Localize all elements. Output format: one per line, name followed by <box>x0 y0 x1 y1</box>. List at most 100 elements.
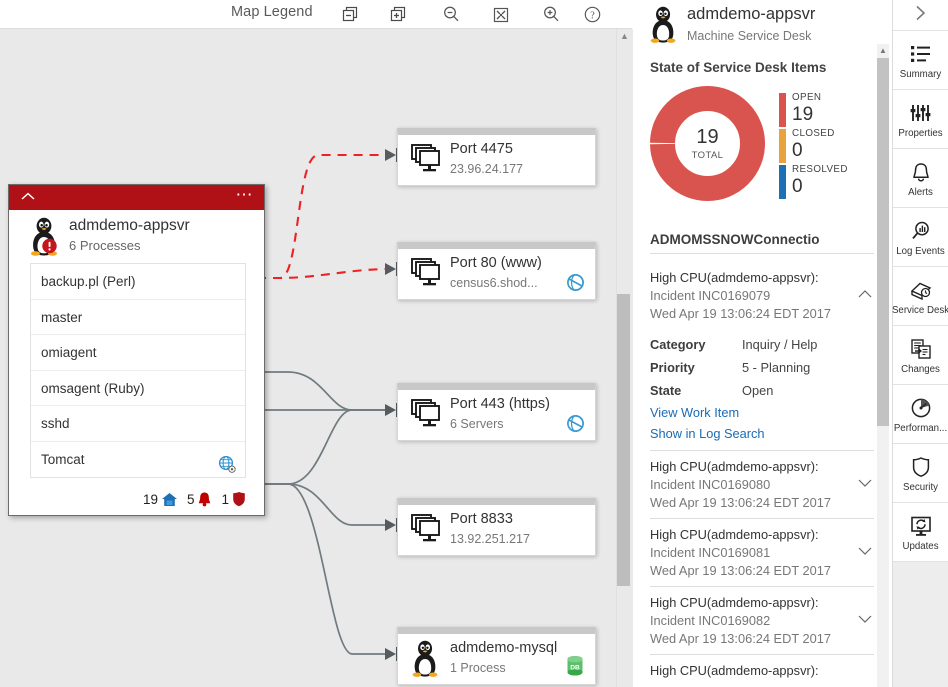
chevron-up-icon[interactable] <box>858 286 872 296</box>
process-row-omsagent[interactable]: omsagent (Ruby) <box>31 371 245 407</box>
globe-external-icon[interactable] <box>566 414 585 433</box>
detail-panel: admdemo-appsvr Machine Service Desk Stat… <box>636 0 892 687</box>
chevron-down-icon[interactable] <box>858 611 872 621</box>
chevron-down-icon[interactable] <box>858 475 872 485</box>
view-work-item-link[interactable]: View Work Item <box>650 402 874 423</box>
database-icon[interactable]: DB <box>565 655 585 677</box>
map-toolbar: Map Legend ? <box>0 0 632 29</box>
map-node-subtitle: 6 Servers <box>450 417 504 431</box>
incident-detail-value: 5 - Planning <box>742 356 810 379</box>
machine-node-card[interactable]: ⋯ <box>8 184 265 516</box>
map-node-port-8833[interactable]: Port 8833 13.92.251.217 <box>397 498 596 556</box>
chevron-right-icon <box>913 4 929 27</box>
svg-text:DB: DB <box>570 664 580 671</box>
expand-all-icon[interactable] <box>386 3 410 26</box>
map-node-subtitle: 23.96.24.177 <box>450 162 523 176</box>
detail-panel-header: admdemo-appsvr Machine Service Desk <box>636 0 892 54</box>
rail-item-log-events[interactable]: Log Events <box>893 208 948 267</box>
rail-item-summary[interactable]: Summary <box>893 31 948 90</box>
rail-item-service-desk[interactable]: Service Desk <box>893 267 948 326</box>
rail-item-security[interactable]: Security <box>893 444 948 503</box>
sliders-properties-icon <box>909 100 933 126</box>
process-row-backup[interactable]: backup.pl (Perl) <box>31 264 245 300</box>
servers-icon <box>410 257 444 289</box>
rail-item-changes[interactable]: Changes <box>893 326 948 385</box>
rail-item-label: Properties <box>898 128 942 139</box>
incident-item-partial[interactable]: High CPU(admdemo-appsvr): <box>650 655 874 686</box>
fit-to-screen-icon[interactable] <box>489 3 513 26</box>
performance-gauge-icon <box>910 395 932 421</box>
machine-card-header[interactable]: ⋯ <box>9 185 264 210</box>
service-desk-section-title: State of Service Desk Items <box>650 60 826 75</box>
map-node-admdemo-mysql[interactable]: admdemo-mysql 1 Process DB <box>397 627 596 685</box>
donut-total-label: TOTAL <box>650 150 765 161</box>
machine-card-title-row: admdemo-appsvr 6 Processes <box>9 210 264 263</box>
bell-alerts-icon <box>910 159 932 185</box>
detail-panel-scroll-up-arrow[interactable]: ▲ <box>877 44 889 58</box>
incident-item[interactable]: High CPU(admdemo-appsvr): Incident INC01… <box>650 451 874 519</box>
zoom-in-icon[interactable] <box>539 3 563 26</box>
map-canvas[interactable]: ⋯ <box>0 29 616 687</box>
collapse-chevron-icon[interactable] <box>21 189 35 205</box>
incident-date: Wed Apr 19 13:06:24 EDT 2017 <box>650 305 874 323</box>
globe-external-icon[interactable] <box>566 273 585 292</box>
map-legend-label[interactable]: Map Legend <box>231 4 313 20</box>
machine-card-process-count: 6 Processes <box>69 238 141 253</box>
rail-item-performance[interactable]: Performan... <box>893 385 948 444</box>
map-node-title: admdemo-mysql <box>450 640 557 656</box>
rail-item-label: Updates <box>902 541 938 552</box>
incident-item[interactable]: High CPU(admdemo-appsvr): Incident INC01… <box>650 519 874 587</box>
zoom-out-icon[interactable] <box>439 3 463 26</box>
chevron-down-icon[interactable] <box>858 543 872 553</box>
map-node-title: Port 80 (www) <box>450 255 542 271</box>
collapse-all-icon[interactable] <box>338 3 362 26</box>
process-row-omiagent[interactable]: omiagent <box>31 335 245 371</box>
process-label: master <box>41 310 82 325</box>
process-row-master[interactable]: master <box>31 300 245 336</box>
rail-item-properties[interactable]: Properties <box>893 90 948 149</box>
process-row-sshd[interactable]: sshd <box>31 406 245 442</box>
updates-monitor-icon <box>909 513 933 539</box>
list-summary-icon <box>909 41 933 67</box>
show-in-log-search-link[interactable]: Show in Log Search <box>650 423 874 444</box>
incident-date: Wed Apr 19 13:06:24 EDT 2017 <box>650 562 874 580</box>
incident-title: High CPU(admdemo-appsvr): <box>650 458 874 476</box>
badge-service-desk[interactable]: 19 <box>143 492 178 507</box>
process-label: omiagent <box>41 345 97 360</box>
badge-value: 5 <box>187 492 195 507</box>
legend-swatch-open <box>779 93 786 127</box>
machine-card-name: admdemo-appsvr <box>69 217 190 235</box>
incident-date: Wed Apr 19 13:06:24 EDT 2017 <box>650 494 874 512</box>
process-row-tomcat[interactable]: Tomcat <box>31 442 245 478</box>
donut-total-value: 19 <box>650 126 765 149</box>
rail-item-updates[interactable]: Updates <box>893 503 948 562</box>
badge-alerts[interactable]: 5 <box>187 491 213 507</box>
svg-text:?: ? <box>590 10 595 21</box>
map-node-port-443[interactable]: Port 443 (https) 6 Servers <box>397 383 596 441</box>
map-node-port-80[interactable]: Port 80 (www) census6.shod... <box>397 242 596 300</box>
globe-external-icon[interactable] <box>218 451 236 469</box>
incident-detail-key: Category <box>650 333 742 356</box>
incident-item-expanded[interactable]: High CPU(admdemo-appsvr): Incident INC01… <box>650 262 874 451</box>
rail-item-label: Security <box>903 482 938 493</box>
map-scroll-up-arrow[interactable]: ▲ <box>619 31 630 42</box>
legend-value: 0 <box>792 140 879 162</box>
rail-item-alerts[interactable]: Alerts <box>893 149 948 208</box>
rail-expand-button[interactable] <box>893 0 948 31</box>
map-vertical-scrollbar-thumb[interactable] <box>617 294 630 586</box>
card-more-options-icon[interactable]: ⋯ <box>236 185 255 205</box>
servers-icon <box>410 513 444 545</box>
process-label: Tomcat <box>41 452 85 467</box>
incident-date: Wed Apr 19 13:06:24 EDT 2017 <box>650 630 874 648</box>
detail-panel-subtitle: Machine Service Desk <box>687 29 811 43</box>
legend-label: OPEN <box>792 92 879 104</box>
incident-id: Incident INC0169082 <box>650 612 874 630</box>
badge-security[interactable]: 1 <box>221 491 246 507</box>
help-icon[interactable]: ? <box>580 3 604 26</box>
incident-item[interactable]: High CPU(admdemo-appsvr): Incident INC01… <box>650 587 874 655</box>
map-node-subtitle: census6.shod... <box>450 276 538 290</box>
incident-id: Incident INC0169080 <box>650 476 874 494</box>
incident-details: Category Inquiry / Help Priority 5 - Pla… <box>650 333 874 444</box>
detail-panel-scrollbar-thumb[interactable] <box>877 58 889 426</box>
map-node-port-4475[interactable]: Port 4475 23.96.24.177 <box>397 128 596 186</box>
